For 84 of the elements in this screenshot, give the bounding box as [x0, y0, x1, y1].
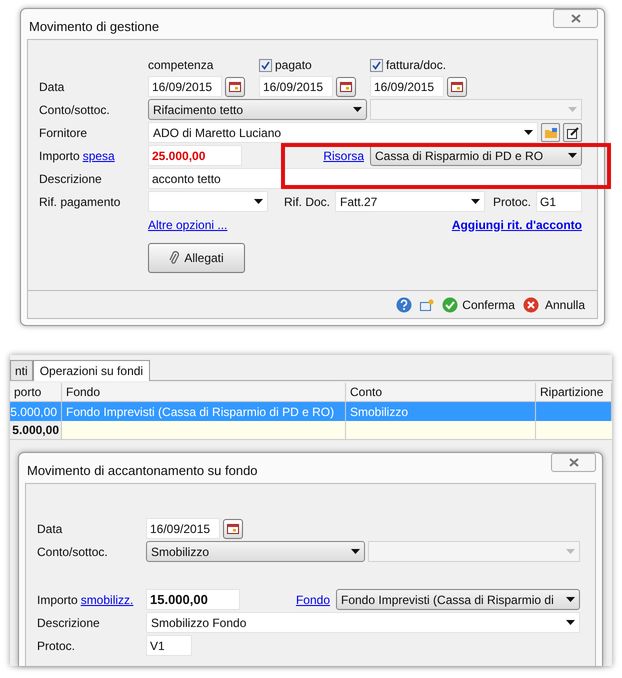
confirm-button[interactable]: Conferma [442, 296, 515, 314]
link[interactable]: spesa [82, 146, 115, 164]
folder-button[interactable] [541, 123, 560, 142]
cancel-icon [522, 296, 539, 312]
caret-icon [566, 620, 575, 625]
calendar-icon [340, 82, 352, 92]
field-label: Descrizione [37, 614, 101, 632]
dropdown[interactable]: Cassa di Risparmio di PD e RO [370, 145, 582, 166]
tab[interactable]: nti [10, 360, 33, 380]
input-field[interactable]: 15.000,00 [146, 589, 240, 610]
dropdown[interactable]: Fondo Imprevisti (Cassa di Risparmio di [336, 589, 580, 610]
close-icon [568, 458, 578, 467]
dropdown[interactable]: ADO di Maretto Luciano [148, 122, 538, 143]
dropdown[interactable]: Fatt.27 [335, 191, 485, 212]
calendar-icon [229, 82, 241, 92]
caret-icon [566, 549, 575, 554]
dropdown[interactable]: Rifacimento tetto [148, 99, 368, 120]
field-label: Importo [39, 148, 80, 164]
column-header[interactable]: Ripartizione [536, 383, 612, 402]
caret-icon [568, 153, 577, 158]
edit-icon [566, 126, 578, 138]
window-title: Movimento di accantonamento su fondo [27, 462, 258, 480]
link[interactable]: Fondo [296, 590, 330, 608]
checkbox[interactable] [259, 58, 272, 72]
caret-icon [524, 130, 533, 135]
close-icon [570, 14, 580, 23]
tab[interactable]: Operazioni su fondi [32, 360, 150, 381]
date-field[interactable]: 16/09/2015 [259, 76, 333, 97]
link[interactable]: Aggiungi rit. d'acconto [452, 216, 582, 234]
field-label: Data [39, 78, 66, 96]
date-field[interactable]: 16/09/2015 [146, 518, 220, 539]
field-label: Fornitore [39, 124, 88, 142]
table-cell: 5.000,00 [10, 402, 62, 421]
column-label: pagato [275, 57, 312, 74]
calendar-button[interactable] [225, 76, 245, 96]
field-label: Conto/sottoc. [39, 102, 111, 118]
dropdown[interactable]: Smobilizzo [146, 541, 366, 562]
column-header[interactable]: porto [10, 383, 62, 402]
caret-icon [254, 199, 263, 204]
attachments-button[interactable]: Allegati [148, 243, 245, 273]
link[interactable]: Altre opzioni ... [148, 216, 228, 234]
calendar-button[interactable] [336, 76, 356, 96]
input-field[interactable]: V1 [146, 635, 192, 656]
field-label: Conto/sottoc. [37, 544, 109, 560]
help-button[interactable] [396, 296, 412, 312]
caret-icon [566, 597, 575, 602]
calendar-button[interactable] [223, 518, 243, 538]
window-title: Movimento di gestione [29, 18, 160, 36]
calendar-icon [227, 524, 239, 534]
field-label: Protoc. [492, 194, 531, 210]
caret-icon [353, 107, 362, 112]
field-label: Data [37, 520, 64, 538]
field-label: Rif. Doc. [284, 194, 330, 210]
field-label: Descrizione [39, 170, 103, 188]
caret-icon [351, 549, 360, 554]
table-cell: Smobilizzo [346, 402, 536, 421]
date-field[interactable]: 16/09/2015 [370, 76, 444, 97]
calendar-icon [451, 82, 463, 92]
caret-icon [568, 107, 577, 112]
close-button[interactable] [553, 9, 598, 28]
close-button[interactable] [551, 453, 596, 472]
calendar-button[interactable] [447, 76, 467, 96]
total-cell: 5.000,00 [10, 421, 62, 440]
field-label: Importo [37, 592, 78, 608]
cancel-button[interactable]: Annulla [522, 296, 585, 314]
link[interactable]: smobilizz. [80, 590, 134, 608]
column-label: fattura/doc. [386, 57, 446, 74]
edit-button[interactable] [563, 123, 582, 142]
field-label: Protoc. [37, 638, 76, 654]
column-header[interactable]: Conto [346, 383, 536, 402]
paperclip-icon [169, 251, 180, 265]
caret-icon [470, 199, 480, 204]
checkbox[interactable] [370, 58, 383, 72]
dropdown[interactable]: Smobilizzo Fondo [146, 612, 580, 633]
input-field[interactable]: G1 [536, 191, 582, 212]
date-field[interactable]: 16/09/2015 [148, 76, 222, 97]
folder-icon [544, 128, 556, 138]
check-icon [442, 296, 458, 312]
column-header[interactable]: Fondo [62, 383, 346, 402]
column-label: competenza [148, 57, 214, 74]
input-field[interactable]: 25.000,00 [148, 145, 242, 166]
table-cell: Fondo Imprevisti (Cassa di Risparmio di PD e RO) [62, 402, 346, 421]
link[interactable]: Risorsa [323, 146, 364, 164]
field-label: Rif. pagamento [39, 194, 122, 210]
